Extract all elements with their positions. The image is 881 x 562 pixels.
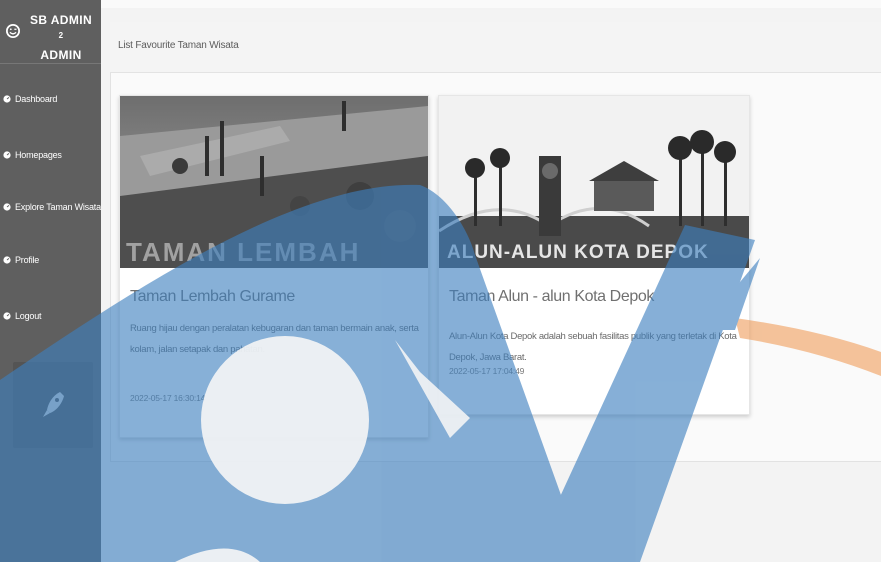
park-card-lembah-gurame[interactable]: TAMAN LEMBAH Taman Lembah Gurame Ruang h…	[119, 95, 429, 438]
home-icon	[3, 151, 11, 159]
rocket-icon	[43, 392, 64, 417]
card-date: 2022-05-17 16:30:14	[130, 393, 206, 403]
card-date: 2022-05-17 17:04:49	[449, 366, 525, 376]
sidebar-item-profile[interactable]: Profile	[0, 249, 101, 271]
profile-icon	[3, 256, 11, 264]
park-photo: ALUN-ALUN KOTA DEPOK	[439, 96, 749, 268]
card-title[interactable]: Taman Alun - alun Kota Depok	[449, 288, 654, 306]
sidebar-item-dashboard[interactable]: Dashboard	[0, 88, 101, 110]
dashboard-icon	[3, 95, 11, 103]
svg-text:TAMAN LEMBAH: TAMAN LEMBAH	[126, 237, 360, 267]
sidebar: SB ADMIN 2 ADMIN Dashboard Homepages Exp…	[0, 0, 101, 562]
sidebar-item-explore[interactable]: Explore Taman Wisata	[0, 196, 101, 218]
sidebar-brand[interactable]: SB ADMIN 2 ADMIN	[0, 0, 101, 64]
park-card-alun-alun-depok[interactable]: ALUN-ALUN KOTA DEPOK Taman Alun - alun K…	[438, 95, 750, 415]
panel-header: List Favourite Taman Wisata	[110, 22, 881, 73]
laugh-wink-icon	[6, 24, 20, 38]
sidebar-item-logout[interactable]: Logout	[0, 305, 101, 327]
card-title[interactable]: Taman Lembah Gurame	[130, 288, 295, 306]
park-photo: TAMAN LEMBAH	[120, 96, 428, 268]
topbar	[101, 0, 881, 8]
panel-title: List Favourite Taman Wisata	[118, 40, 239, 51]
card-description: Alun-Alun Kota Depok adalah sebuah fasil…	[449, 331, 737, 363]
logout-icon	[3, 312, 11, 320]
explore-icon	[3, 203, 11, 211]
card-description: Ruang hijau dengan peralatan kebugaran d…	[130, 323, 419, 355]
brand-title: SB ADMIN 2 ADMIN	[29, 13, 93, 62]
sidebar-item-homepages[interactable]: Homepages	[0, 144, 101, 166]
sidebar-toggle-button[interactable]	[13, 362, 93, 448]
svg-text:ALUN-ALUN KOTA DEPOK: ALUN-ALUN KOTA DEPOK	[447, 242, 709, 263]
